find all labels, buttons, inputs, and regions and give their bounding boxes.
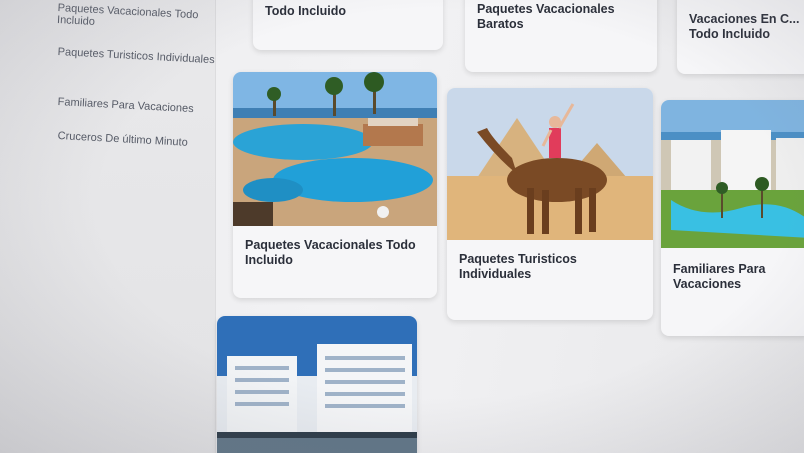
card-title: Paquetes Vacacionales Todo Incluido — [245, 238, 416, 267]
resort-pool-photo — [233, 72, 437, 226]
screen: Paquetes Vacacionales Todo Incluido Paqu… — [0, 0, 804, 453]
card-title: Vacaciones En C... Todo Incluido — [689, 12, 800, 41]
sidebar-item-paquetes-turisticos[interactable]: Paquetes Turisticos Individuales — [57, 46, 217, 66]
sidebar-item-familiares[interactable]: Familiares Para Vacaciones — [57, 96, 217, 116]
card-cruceros[interactable] — [217, 316, 417, 453]
card-title: Familiares Para Vacaciones — [673, 262, 766, 291]
sidebar-item-cruceros[interactable]: Cruceros De último Minuto — [57, 130, 217, 150]
card-title: Todo Incluido — [265, 4, 346, 18]
card-grid: Todo Incluido Paquetes Vacacionales Bara… — [215, 0, 804, 453]
card-familiares[interactable]: Familiares Para Vacaciones — [661, 100, 804, 336]
sidebar: Paquetes Vacacionales Todo Incluido Paqu… — [0, 0, 216, 453]
card-vacaciones-todo-incluido[interactable]: Vacaciones En C... Todo Incluido — [677, 0, 804, 74]
sidebar-item-paquetes-vacacionales[interactable]: Paquetes Vacacionales Todo Incluido — [57, 2, 218, 34]
card-resort[interactable]: Paquetes Vacacionales Todo Incluido — [233, 72, 437, 298]
card-title: Paquetes Turisticos Individuales — [459, 252, 577, 281]
card-todo-incluido[interactable]: Todo Incluido — [253, 0, 443, 50]
card-tours[interactable]: Paquetes Turisticos Individuales — [447, 88, 653, 320]
family-resort-photo — [661, 100, 804, 248]
card-paquetes-baratos[interactable]: Paquetes Vacacionales Baratos — [465, 0, 657, 72]
cruise-ship-photo — [217, 316, 417, 453]
camel-pyramids-photo — [447, 88, 653, 240]
card-title: Paquetes Vacacionales Baratos — [477, 2, 615, 31]
